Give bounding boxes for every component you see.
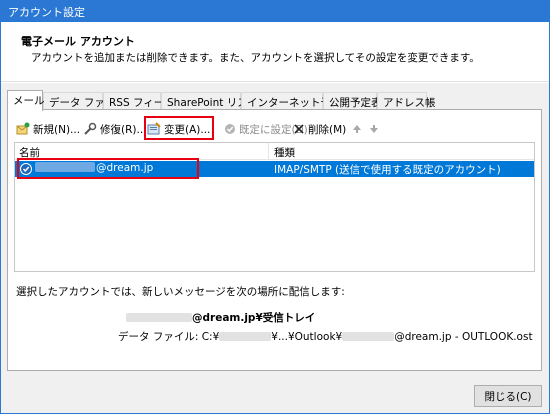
arrow-up-icon [353, 125, 361, 133]
close-button[interactable]: 閉じる(C) [474, 385, 542, 407]
deliver-info-text: 選択したアカウントでは、新しいメッセージを次の場所に配信します: [16, 286, 345, 298]
arrow-down-icon [370, 125, 378, 133]
data-file-path: データ ファイル: C:¥ ¥...¥Outlook¥ @dream.jp - OU… [118, 331, 533, 343]
delete-x-icon [294, 124, 304, 134]
new-account-button[interactable]: 新規(N)... [16, 119, 80, 139]
tab-published-calendars[interactable]: 公開予定表 [323, 92, 382, 110]
tab-data-files[interactable]: データ ファイル [43, 92, 126, 110]
repair-icon [84, 122, 97, 135]
column-header-type[interactable]: 種類 [274, 145, 295, 160]
title-bar: アカウント設定 [0, 0, 550, 22]
dialog-body: メール データ ファイル RSS フィード SharePoint リスト インタ… [1, 83, 549, 413]
change-button-highlight [144, 116, 214, 140]
tab-mail[interactable]: メール [7, 90, 45, 111]
new-account-icon [16, 122, 30, 135]
tab-internet-calendars[interactable]: インターネット予定表 [241, 92, 352, 110]
tab-sharepoint-lists[interactable]: SharePoint リスト [161, 92, 258, 110]
header-description: アカウントを追加または削除できます。また、アカウントを選択してその設定を変更でき… [31, 52, 480, 64]
window-title: アカウント設定 [8, 6, 85, 19]
account-type: IMAP/SMTP (送信で使用する既定のアカウント) [274, 164, 501, 176]
deliver-location: @dream.jp¥受信トレイ [126, 310, 315, 325]
header-title: 電子メール アカウント [21, 35, 135, 48]
column-separator [268, 143, 269, 160]
dialog-header: 電子メール アカウント アカウントを追加または削除できます。また、アカウントを選… [1, 22, 549, 82]
account-toolbar: 新規(N)... 修復(R)... 変更(A)... 既定に設定(D) 削除(M… [16, 116, 536, 140]
set-default-check-icon [225, 124, 235, 134]
tab-address-books[interactable]: アドレス帳 [377, 92, 436, 110]
delete-button[interactable]: 削除(M) [293, 119, 346, 139]
redacted-path-user [219, 332, 272, 341]
account-list: 名前 種類 @dream.jp IMAP/SMTP (送信で使用する既定のアカウ… [14, 142, 535, 272]
move-down-button[interactable] [369, 119, 379, 139]
mail-tab-panel: 新規(N)... 修復(R)... 変更(A)... 既定に設定(D) 削除(M… [7, 109, 542, 371]
redacted-deliver-user [126, 313, 192, 322]
account-row-highlight [17, 158, 199, 179]
tab-rss-feeds[interactable]: RSS フィード [103, 92, 175, 110]
move-up-button[interactable] [352, 119, 362, 139]
redacted-path-email [342, 332, 395, 341]
repair-button[interactable]: 修復(R)... [83, 119, 147, 139]
